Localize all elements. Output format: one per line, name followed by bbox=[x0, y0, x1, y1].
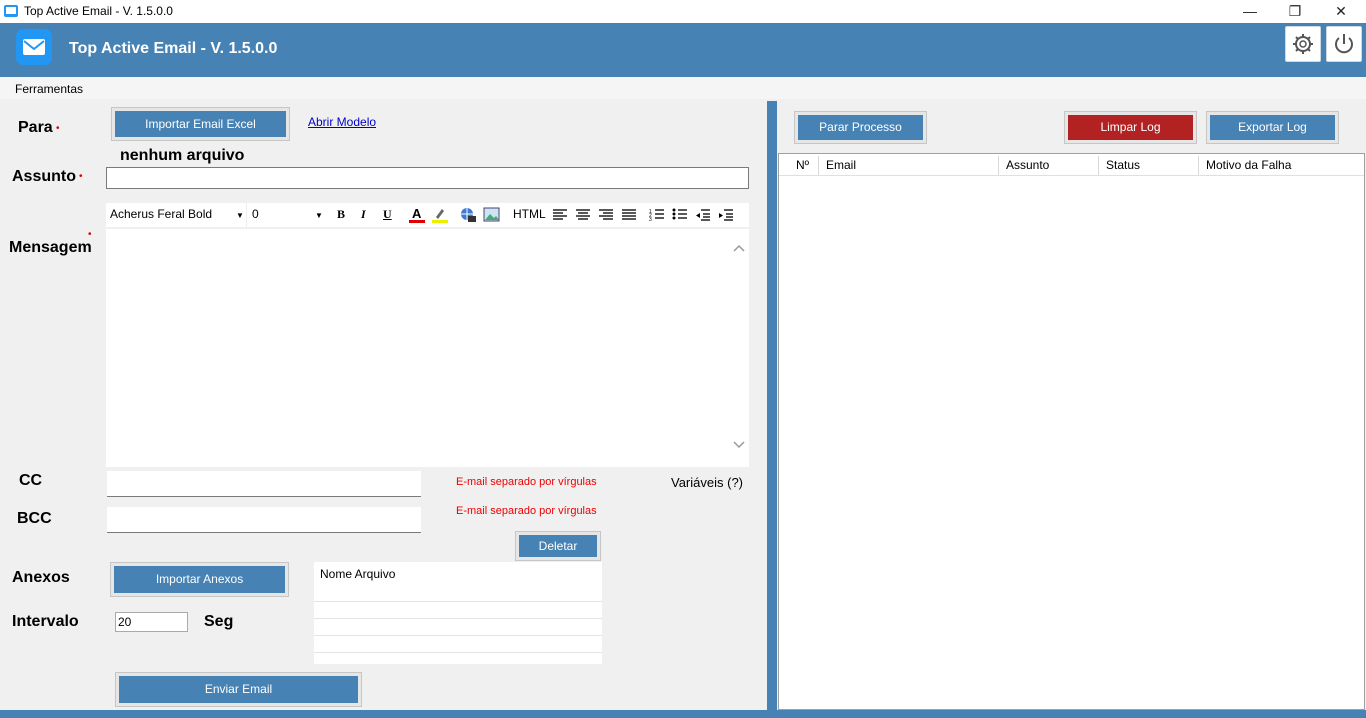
panel-splitter[interactable] bbox=[767, 101, 777, 718]
font-select[interactable]: Acherus Feral Bold ▼ bbox=[106, 203, 247, 227]
scroll-up-icon[interactable] bbox=[733, 243, 745, 253]
chevron-down-icon: ▼ bbox=[236, 211, 244, 220]
intervalo-label: Intervalo bbox=[12, 613, 79, 630]
close-button[interactable]: ✕ bbox=[1318, 0, 1364, 23]
indent-icon[interactable] bbox=[718, 208, 734, 222]
italic-button[interactable]: I bbox=[361, 207, 366, 222]
svg-text:3: 3 bbox=[649, 217, 652, 222]
scroll-down-icon[interactable] bbox=[733, 440, 745, 450]
align-left-icon[interactable] bbox=[552, 208, 568, 222]
align-justify-icon[interactable] bbox=[621, 208, 637, 222]
window-titlebar: Top Active Email - V. 1.5.0.0 — ❐ ✕ bbox=[0, 0, 1366, 23]
required-mark: • bbox=[79, 171, 83, 182]
header-title: Top Active Email - V. 1.5.0.0 bbox=[69, 40, 278, 57]
menu-bar: Ferramentas bbox=[0, 77, 1366, 99]
ordered-list-icon[interactable]: 123 bbox=[649, 208, 665, 222]
html-button[interactable]: HTML bbox=[513, 207, 546, 221]
power-button[interactable] bbox=[1326, 26, 1362, 62]
highlight-icon[interactable] bbox=[431, 206, 449, 224]
size-select[interactable]: 0 ▼ bbox=[250, 203, 325, 227]
required-mark: • bbox=[56, 123, 60, 134]
anexos-label: Anexos bbox=[12, 569, 70, 586]
col-number[interactable]: Nº bbox=[789, 156, 819, 175]
grid-line bbox=[314, 652, 602, 653]
col-assunto[interactable]: Assunto bbox=[999, 156, 1099, 175]
grid-line bbox=[314, 635, 602, 636]
font-color-icon[interactable]: A bbox=[408, 206, 426, 224]
image-icon[interactable] bbox=[483, 206, 501, 224]
seg-label: Seg bbox=[204, 613, 234, 630]
no-file-label: nenhum arquivo bbox=[120, 147, 245, 164]
outdent-icon[interactable] bbox=[695, 208, 711, 222]
stop-process-button[interactable]: Parar Processo bbox=[794, 111, 927, 144]
editor-toolbar: Acherus Feral Bold ▼ 0 ▼ B I U A HTML 12… bbox=[106, 203, 749, 227]
gear-icon bbox=[1293, 34, 1313, 54]
attachments-grid[interactable]: Nome Arquivo bbox=[314, 562, 602, 664]
open-model-link[interactable]: Abrir Modelo bbox=[308, 115, 376, 129]
status-strip bbox=[0, 710, 1366, 718]
restore-button[interactable]: ❐ bbox=[1272, 0, 1318, 23]
mensagem-label: Mensagem bbox=[9, 239, 92, 256]
log-grid[interactable]: Nº Email Assunto Status Motivo da Falha bbox=[778, 153, 1365, 710]
app-small-icon bbox=[4, 5, 18, 17]
menu-ferramentas[interactable]: Ferramentas bbox=[15, 82, 83, 96]
import-attachments-button[interactable]: Importar Anexos bbox=[110, 562, 289, 597]
cc-label: CC bbox=[19, 472, 43, 489]
col-status[interactable]: Status bbox=[1099, 156, 1199, 175]
clear-log-button[interactable]: Limpar Log bbox=[1064, 111, 1197, 144]
variables-help[interactable]: Variáveis (?) bbox=[671, 475, 743, 490]
size-select-value: 0 bbox=[252, 207, 259, 221]
link-icon[interactable] bbox=[459, 206, 477, 224]
font-select-value: Acherus Feral Bold bbox=[110, 207, 213, 221]
mail-app-icon bbox=[16, 29, 52, 65]
message-editor[interactable] bbox=[106, 229, 749, 467]
col-failure-reason[interactable]: Motivo da Falha bbox=[1199, 156, 1364, 175]
col-email[interactable]: Email bbox=[819, 156, 999, 175]
export-log-button[interactable]: Exportar Log bbox=[1206, 111, 1339, 144]
cc-hint: E-mail separado por vírgulas bbox=[456, 476, 597, 488]
attachments-header: Nome Arquivo bbox=[320, 567, 396, 581]
bcc-label: BCC bbox=[17, 510, 52, 527]
required-mark: • bbox=[88, 229, 92, 240]
log-grid-header: Nº Email Assunto Status Motivo da Falha bbox=[779, 154, 1364, 176]
svg-text:A: A bbox=[412, 206, 422, 221]
assunto-input[interactable] bbox=[106, 167, 749, 189]
power-icon bbox=[1335, 34, 1353, 54]
cc-input[interactable] bbox=[107, 471, 421, 497]
window-title: Top Active Email - V. 1.5.0.0 bbox=[24, 4, 173, 18]
bcc-input[interactable] bbox=[107, 507, 421, 533]
bold-button[interactable]: B bbox=[337, 207, 345, 222]
align-right-icon[interactable] bbox=[598, 208, 614, 222]
grid-line bbox=[314, 601, 602, 602]
align-center-icon[interactable] bbox=[575, 208, 591, 222]
settings-button[interactable] bbox=[1285, 26, 1321, 62]
chevron-down-icon: ▼ bbox=[315, 211, 323, 220]
para-label: Para bbox=[18, 119, 53, 136]
bullet-list-icon[interactable] bbox=[672, 208, 688, 222]
underline-button[interactable]: U bbox=[383, 207, 392, 222]
grid-line bbox=[314, 618, 602, 619]
minimize-button[interactable]: — bbox=[1227, 0, 1273, 23]
app-header: Top Active Email - V. 1.5.0.0 bbox=[0, 23, 1366, 77]
assunto-label: Assunto bbox=[12, 168, 76, 185]
delete-button[interactable]: Deletar bbox=[515, 531, 601, 561]
send-email-button[interactable]: Enviar Email bbox=[115, 672, 362, 707]
interval-input[interactable] bbox=[115, 612, 188, 632]
bcc-hint: E-mail separado por vírgulas bbox=[456, 505, 597, 517]
import-excel-button[interactable]: Importar Email Excel bbox=[111, 107, 290, 141]
